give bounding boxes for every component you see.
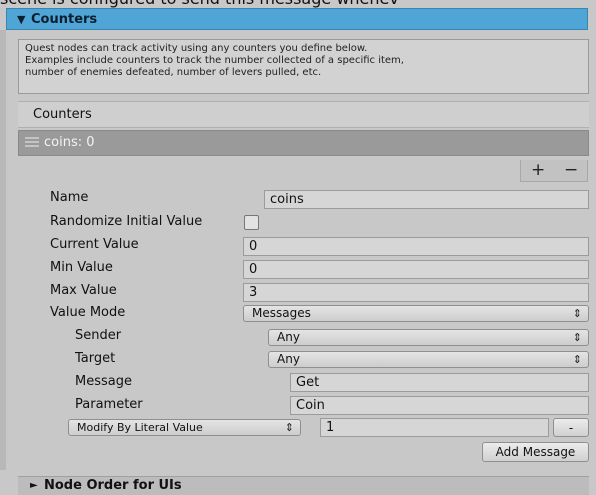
dropdown-arrows-icon: ⇕ [572, 307, 582, 320]
modify-mode-dropdown[interactable]: Modify By Literal Value ⇕ [68, 419, 301, 436]
list-header-label: Counters [33, 107, 92, 122]
chevron-down-icon: ▼ [17, 13, 26, 26]
current-value-label: Current Value [50, 237, 139, 252]
dropdown-arrows-icon: ⇕ [572, 353, 582, 366]
randomize-checkbox[interactable] [244, 215, 259, 230]
parameter-field[interactable]: Coin [290, 396, 589, 415]
remove-item-button[interactable]: − [564, 160, 578, 180]
dropdown-arrows-icon: ⇕ [284, 421, 294, 434]
min-value-label: Min Value [50, 260, 113, 275]
sender-label: Sender [75, 328, 122, 343]
name-field[interactable]: coins [264, 190, 589, 209]
add-item-button[interactable]: + [531, 160, 545, 180]
target-selected: Any [277, 352, 300, 366]
drag-handle-icon[interactable] [25, 137, 39, 147]
list-add-remove: + − [520, 160, 588, 182]
sender-selected: Any [277, 330, 300, 344]
literal-value-field[interactable]: 1 [320, 418, 549, 437]
dropdown-arrows-icon: ⇕ [572, 331, 582, 344]
add-message-button[interactable]: Add Message [482, 442, 589, 462]
list-item-label: coins: 0 [44, 135, 95, 150]
list-item-coins[interactable]: coins: 0 [18, 130, 589, 156]
chevron-right-icon: ► [30, 480, 38, 491]
randomize-label: Randomize Initial Value [50, 214, 203, 229]
max-value-field[interactable]: 3 [243, 283, 589, 302]
message-label: Message [75, 374, 132, 389]
node-order-title: Node Order for UIs [44, 478, 182, 493]
max-value-label: Max Value [50, 283, 117, 298]
message-field[interactable]: Get [290, 373, 589, 392]
help-line: Examples include counters to track the n… [25, 55, 404, 66]
counters-list-header: Counters [18, 101, 589, 128]
parameter-label: Parameter [75, 397, 143, 412]
min-value-field[interactable]: 0 [243, 260, 589, 279]
target-dropdown[interactable]: Any ⇕ [268, 351, 589, 368]
help-box: Quest nodes can track activity using any… [18, 39, 589, 94]
help-line: Quest nodes can track activity using any… [25, 43, 368, 54]
section-title: Counters [31, 12, 98, 27]
counters-foldout-header[interactable]: ▼ Counters [6, 8, 588, 30]
remove-message-button[interactable]: - [553, 418, 589, 437]
value-mode-selected: Messages [252, 306, 311, 320]
node-order-foldout-header[interactable]: ► Node Order for UIs [18, 476, 589, 495]
name-label: Name [50, 190, 89, 205]
value-mode-dropdown[interactable]: Messages ⇕ [243, 305, 589, 322]
target-label: Target [75, 351, 116, 366]
value-mode-label: Value Mode [50, 305, 126, 320]
help-line: number of enemies defeated, number of le… [25, 67, 322, 78]
sender-dropdown[interactable]: Any ⇕ [268, 329, 589, 346]
modify-mode-selected: Modify By Literal Value [77, 421, 203, 434]
current-value-field[interactable]: 0 [243, 237, 589, 256]
